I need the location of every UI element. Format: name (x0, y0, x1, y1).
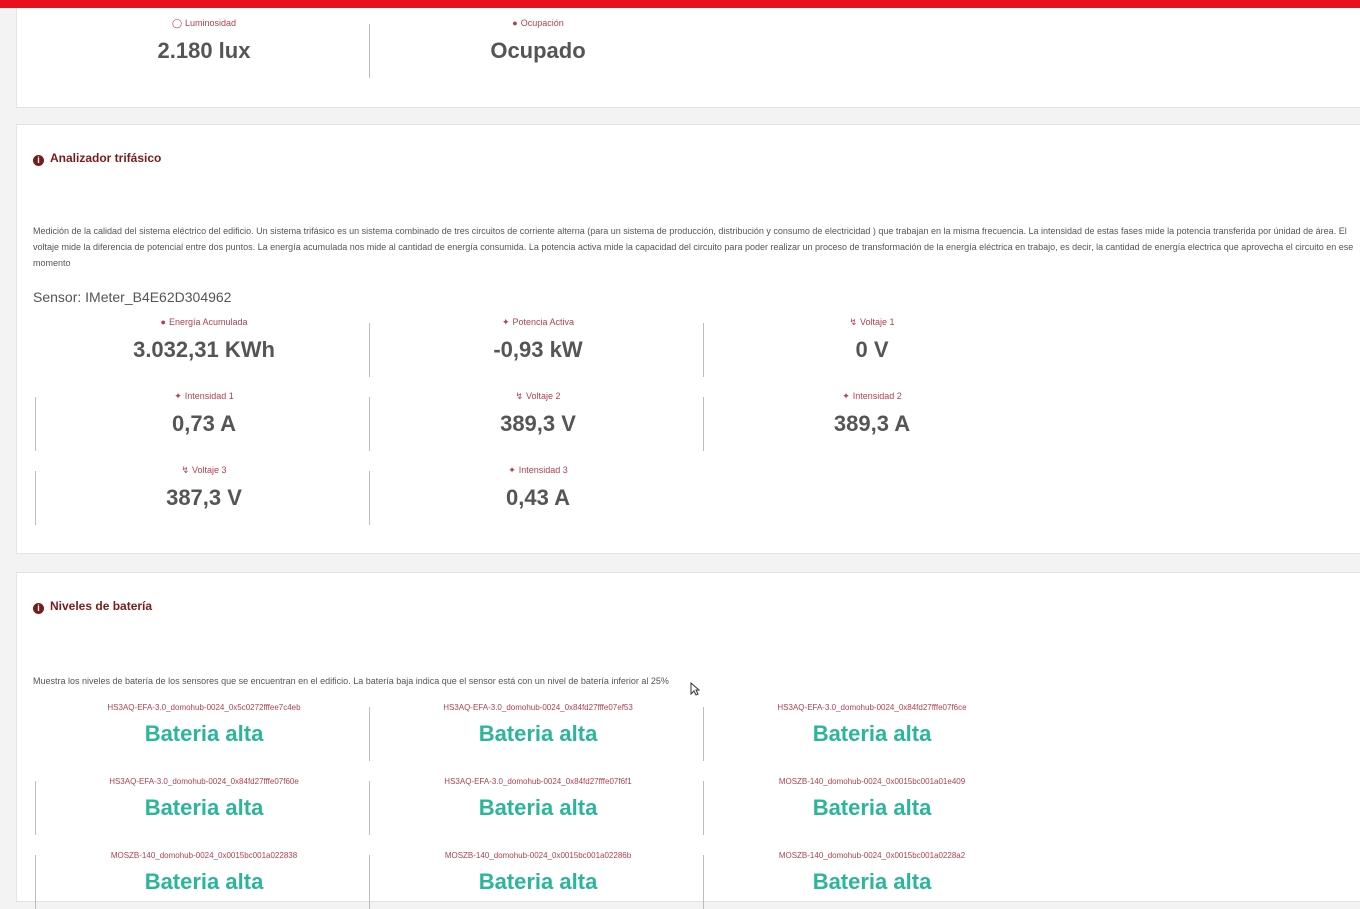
divider (369, 781, 370, 835)
bolt-icon: ↯ (849, 317, 857, 327)
metric-value: 3.032,31 KWh (133, 337, 275, 362)
voltage-3-metric: ↯ Voltaje 3 387,3 V (37, 463, 371, 511)
metric-label: Voltaje 3 (192, 465, 227, 475)
current-1-metric: ✦ Intensidad 1 0,73 A (37, 389, 371, 437)
sensor-label: HS3AQ-EFA-3.0_domohub-0024_0x5c0272fffee… (107, 703, 301, 712)
luminosity-metric: ◯ Luminosidad 2.180 lux (37, 16, 371, 64)
analyzer-card: i Analizador trifásico Medición de la cal… (16, 124, 1360, 554)
sensor-label: HS3AQ-EFA-3.0_domohub-0024_0x84fd27fffe0… (109, 777, 299, 786)
user-icon: ● (512, 18, 518, 28)
battery-item: HS3AQ-EFA-3.0_domohub-0024_0x84fd27fffe0… (705, 701, 1039, 747)
divider (369, 24, 370, 78)
battery-card: i Niveles de batería Muestra los niveles … (16, 572, 1360, 909)
divider (369, 471, 370, 525)
divider (35, 781, 36, 835)
plug-icon: ✦ (174, 391, 182, 401)
sensor-label: MOSZB-140_domohub-0024_0x0015bc001a02283… (110, 851, 298, 860)
metric-label: Voltaje 2 (526, 391, 561, 401)
info-icon: i (33, 155, 44, 166)
mouse-cursor-icon (690, 682, 700, 696)
metric-label: Energía Acumulada (168, 317, 248, 327)
metric-label: Voltaje 1 (860, 317, 895, 327)
metric-value: 0 V (855, 337, 889, 362)
metric-value: 389,3 A (833, 411, 911, 436)
section-title-text: Analizador trifásico (50, 151, 162, 165)
section-title: i Niveles de batería (33, 599, 152, 614)
metric-label: Luminosidad (185, 18, 237, 28)
battery-item: MOSZB-140_domohub-0024_0x0015bc001a02283… (37, 849, 371, 895)
metric-value: 0,73 A (171, 411, 236, 436)
plug-icon: ✦ (501, 317, 510, 327)
voltage-1-metric: ↯ Voltaje 1 0 V (705, 315, 1039, 363)
battery-status: Bateria alta (812, 869, 932, 894)
metric-value: 0,43 A (505, 485, 570, 510)
metric-label: Intensidad 2 (852, 391, 902, 401)
lightbulb-icon: ◯ (171, 18, 183, 28)
battery-status: Bateria alta (478, 869, 598, 894)
occupancy-metric: ● Ocupación Ocupado (371, 16, 705, 64)
metric-value: Ocupado (490, 38, 586, 63)
sensor-label: MOSZB-140_domohub-0024_0x0015bc001a01e40… (778, 777, 966, 786)
divider (703, 397, 704, 451)
divider (369, 707, 370, 761)
battery-status: Bateria alta (144, 721, 264, 746)
metric-label: Intensidad 1 (184, 391, 234, 401)
divider (703, 855, 704, 909)
section-title-text: Niveles de batería (50, 599, 153, 613)
energy-metric: ● Energía Acumulada 3.032,31 KWh (37, 315, 371, 363)
sensor-id: Sensor: IMeter_B4E62D304962 (33, 289, 232, 305)
voltage-2-metric: ↯ Voltaje 2 389,3 V (371, 389, 705, 437)
user-icon: ● (160, 317, 166, 327)
metric-label: Ocupación (520, 18, 564, 28)
battery-item: HS3AQ-EFA-3.0_domohub-0024_0x84fd27fffe0… (37, 775, 371, 821)
battery-status: Bateria alta (478, 795, 598, 820)
sensor-label: HS3AQ-EFA-3.0_domohub-0024_0x84fd27fffe0… (444, 777, 632, 786)
section-title: i Analizador trifásico (33, 151, 161, 166)
current-3-metric: ✦ Intensidad 3 0,43 A (371, 463, 705, 511)
battery-item: HS3AQ-EFA-3.0_domohub-0024_0x84fd27fffe0… (371, 775, 705, 821)
metric-label: Intensidad 3 (518, 465, 568, 475)
sensor-label: HS3AQ-EFA-3.0_domohub-0024_0x84fd27fffe0… (443, 703, 633, 712)
bolt-icon: ↯ (515, 391, 523, 401)
divider (35, 471, 36, 525)
bolt-icon: ↯ (181, 465, 189, 475)
divider (369, 855, 370, 909)
battery-status: Bateria alta (478, 721, 598, 746)
metric-label: Potencia Activa (512, 317, 575, 327)
battery-item: HS3AQ-EFA-3.0_domohub-0024_0x5c0272fffee… (37, 701, 371, 747)
plug-icon: ✦ (842, 391, 850, 401)
sensor-label: MOSZB-140_domohub-0024_0x0015bc001a0228a… (778, 851, 966, 860)
battery-item: HS3AQ-EFA-3.0_domohub-0024_0x84fd27fffe0… (371, 701, 705, 747)
metric-value: -0,93 kW (493, 337, 583, 362)
battery-item: MOSZB-140_domohub-0024_0x0015bc001a01e40… (705, 775, 1039, 821)
divider (703, 707, 704, 761)
plug-icon: ✦ (508, 465, 516, 475)
battery-item: MOSZB-140_domohub-0024_0x0015bc001a0228a… (705, 849, 1039, 895)
sensor-label: HS3AQ-EFA-3.0_domohub-0024_0x84fd27fffe0… (777, 703, 967, 712)
divider (703, 323, 704, 377)
divider (369, 397, 370, 451)
divider (35, 855, 36, 909)
environment-card: ◯ Luminosidad 2.180 lux ● Ocupación Ocupad… (16, 8, 1360, 108)
info-icon: i (33, 603, 44, 614)
battery-status: Bateria alta (812, 721, 932, 746)
sensor-label: MOSZB-140_domohub-0024_0x0015bc001a02286… (444, 851, 632, 860)
divider (703, 781, 704, 835)
metric-value: 387,3 V (166, 485, 242, 510)
metric-value: 2.180 lux (157, 38, 251, 63)
divider (369, 323, 370, 377)
battery-status: Bateria alta (144, 795, 264, 820)
current-2-metric: ✦ Intensidad 2 389,3 A (705, 389, 1039, 437)
battery-item: MOSZB-140_domohub-0024_0x0015bc001a02286… (371, 849, 705, 895)
section-description: Medición de la calidad del sistema eléct… (33, 226, 1354, 268)
divider (35, 397, 36, 451)
active-power-metric: ✦ Potencia Activa -0,93 kW (371, 315, 705, 363)
top-accent-bar (0, 0, 1360, 8)
metric-value: 389,3 V (500, 411, 576, 436)
battery-status: Bateria alta (812, 795, 932, 820)
battery-status: Bateria alta (144, 869, 264, 894)
